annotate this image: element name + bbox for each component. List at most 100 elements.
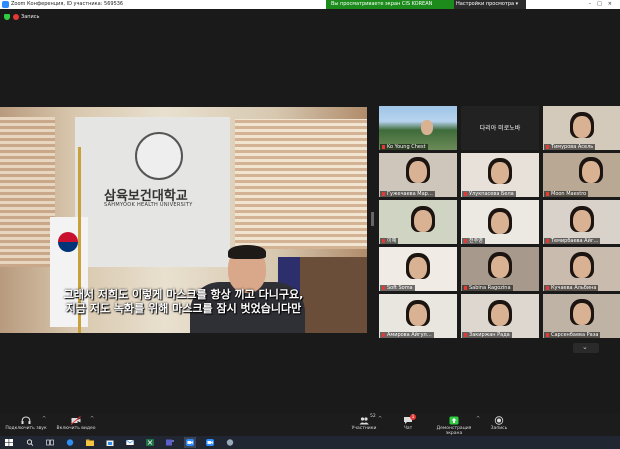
participant-tile[interactable]: Soft Soma (379, 247, 457, 291)
window-controls[interactable]: –□× (589, 0, 618, 9)
join-audio-button[interactable]: Подключить звук ^ (2, 414, 50, 436)
share-screen-label: Демонстрация экрана (436, 426, 472, 436)
task-view-icon (46, 439, 54, 446)
participant-face (491, 212, 509, 234)
record-label: Запись (490, 426, 508, 431)
chat-label: Чат (403, 426, 413, 431)
participant-face (573, 116, 591, 138)
chevron-up-icon[interactable]: ^ (90, 416, 94, 422)
chevron-up-icon[interactable]: ^ (476, 416, 480, 422)
participant-name: Sabina Ragozina (462, 285, 513, 291)
participant-face (409, 257, 427, 279)
participant-name: Soft Soma (380, 285, 415, 291)
taskbar-edge[interactable] (64, 437, 76, 448)
participant-tile[interactable]: Улукпасева Бела (461, 153, 539, 197)
record-button[interactable]: Запись (486, 414, 512, 436)
participant-gallery: Ko Young Chest 다리아 미로노바 Тимурова Асель Г… (379, 106, 620, 338)
share-view-message: Вы просматриваете экран CIS KOREAN STUDI… (326, 0, 454, 16)
store-icon (106, 440, 114, 446)
participant-face (491, 256, 509, 278)
mic-muted-icon (464, 285, 467, 290)
participant-face (573, 256, 591, 278)
zoom-icon (206, 439, 214, 446)
excel-icon (146, 439, 154, 446)
participant-name: 이예 (380, 238, 399, 244)
window-blind-right (235, 119, 367, 249)
chevron-up-icon[interactable]: ^ (42, 416, 46, 422)
participant-tile[interactable]: Кучаева Альбина (543, 247, 620, 291)
share-screen-button[interactable]: Демонстрация экрана ^ (428, 414, 481, 436)
mic-muted-icon (546, 285, 549, 290)
chat-button[interactable]: Чат 1 (398, 414, 418, 436)
participant-face (409, 304, 427, 326)
mic-muted-icon (464, 332, 467, 337)
participant-tile[interactable]: Гужечаева Мар… (379, 153, 457, 197)
taskbar-search-button[interactable] (24, 437, 36, 448)
taskbar-zoom[interactable] (184, 437, 196, 448)
taskbar-explorer[interactable] (84, 437, 96, 448)
task-view-button[interactable] (44, 437, 56, 448)
mic-muted-icon (546, 191, 549, 196)
app-icon (226, 439, 234, 446)
participant-tile[interactable]: 전주영 (461, 200, 539, 244)
windows-logo-icon (5, 439, 13, 446)
subtitle-line-2: 지금 저도 녹화를 위해 마스크를 잠시 벗었습니다만 (65, 302, 302, 315)
participant-tile[interactable]: Sabina Ragozina (461, 247, 539, 291)
gallery-expand-button[interactable]: ⌄ (573, 343, 599, 353)
view-options-label: Настройки просмотра (456, 1, 515, 7)
mic-muted-icon (546, 144, 549, 149)
chat-unread-badge: 1 (410, 414, 416, 420)
participant-tile[interactable]: Moon Maestro (543, 153, 620, 197)
splitter-handle[interactable] (371, 212, 374, 226)
view-options-button[interactable]: Настройки просмотра ▾ (456, 0, 518, 9)
share-screen-icon (449, 416, 459, 425)
taskbar-zoom-2[interactable] (204, 437, 216, 448)
participant-tile[interactable]: 이예 (379, 200, 457, 244)
close-icon[interactable]: × (608, 1, 618, 7)
participant-tile[interactable]: Тимурова Асель (543, 106, 620, 150)
mic-muted-icon (382, 238, 385, 243)
maximize-icon[interactable]: □ (597, 1, 608, 7)
participant-tile[interactable]: Темирбаева Айг… (543, 200, 620, 244)
mic-muted-icon (382, 285, 385, 290)
share-view-bar: Вы просматриваете экран CIS KOREAN STUDI… (326, 0, 526, 16)
participant-tile[interactable]: Амирова Айгул… (379, 294, 457, 338)
mic-muted-icon (546, 238, 549, 243)
video-subtitles: 그래서 저희도 이렇게 마스크를 항상 끼고 다니구요, 지금 저도 녹화를 위… (0, 288, 367, 316)
headphones-icon (21, 416, 31, 424)
participant-name: Гужечаева Мар… (380, 191, 435, 197)
participant-name: Ko Young Chest (380, 144, 428, 150)
start-video-button[interactable]: Включить видео ^ (52, 414, 100, 436)
participant-name: 전주영 (462, 238, 485, 244)
participant-face (582, 161, 600, 183)
participant-tile[interactable]: Ko Young Chest (379, 106, 457, 150)
mic-muted-icon (464, 238, 467, 243)
recording-label: Запись (21, 14, 40, 20)
participant-name: Сарсенбаева Раза (544, 332, 601, 338)
taskbar-teams[interactable] (164, 437, 176, 448)
participants-button[interactable]: Участники 52 ^ (347, 414, 383, 436)
teams-icon (166, 439, 174, 446)
recording-indicator[interactable]: Запись (4, 13, 39, 22)
taskbar-app[interactable] (224, 437, 236, 448)
participant-tile[interactable]: 다리아 미로노바 (461, 106, 539, 150)
taskbar-excel[interactable] (144, 437, 156, 448)
participant-tile[interactable]: Сарсенбаева Раза (543, 294, 620, 338)
participant-face (491, 162, 509, 184)
edge-browser-icon (66, 439, 74, 446)
windows-start-button[interactable] (3, 437, 15, 448)
chevron-up-icon[interactable]: ^ (378, 416, 382, 422)
window-titlebar: Zoom Конференция, ID участника: 569536 –… (0, 0, 620, 9)
participant-name: Тимурова Асель (544, 144, 596, 150)
taegeuk-icon (58, 232, 78, 252)
participant-face (409, 161, 427, 183)
participants-label: Участники (351, 426, 377, 431)
minimize-icon[interactable]: – (589, 1, 598, 7)
participant-tile[interactable]: Закиржан Рада (461, 294, 539, 338)
taskbar-store[interactable] (104, 437, 116, 448)
participant-name: Кучаева Альбина (544, 285, 599, 291)
participant-name: Темирбаева Айг… (544, 238, 601, 244)
participant-face (573, 303, 591, 325)
taskbar-mail[interactable] (124, 437, 136, 448)
participants-count: 52 (370, 414, 376, 419)
